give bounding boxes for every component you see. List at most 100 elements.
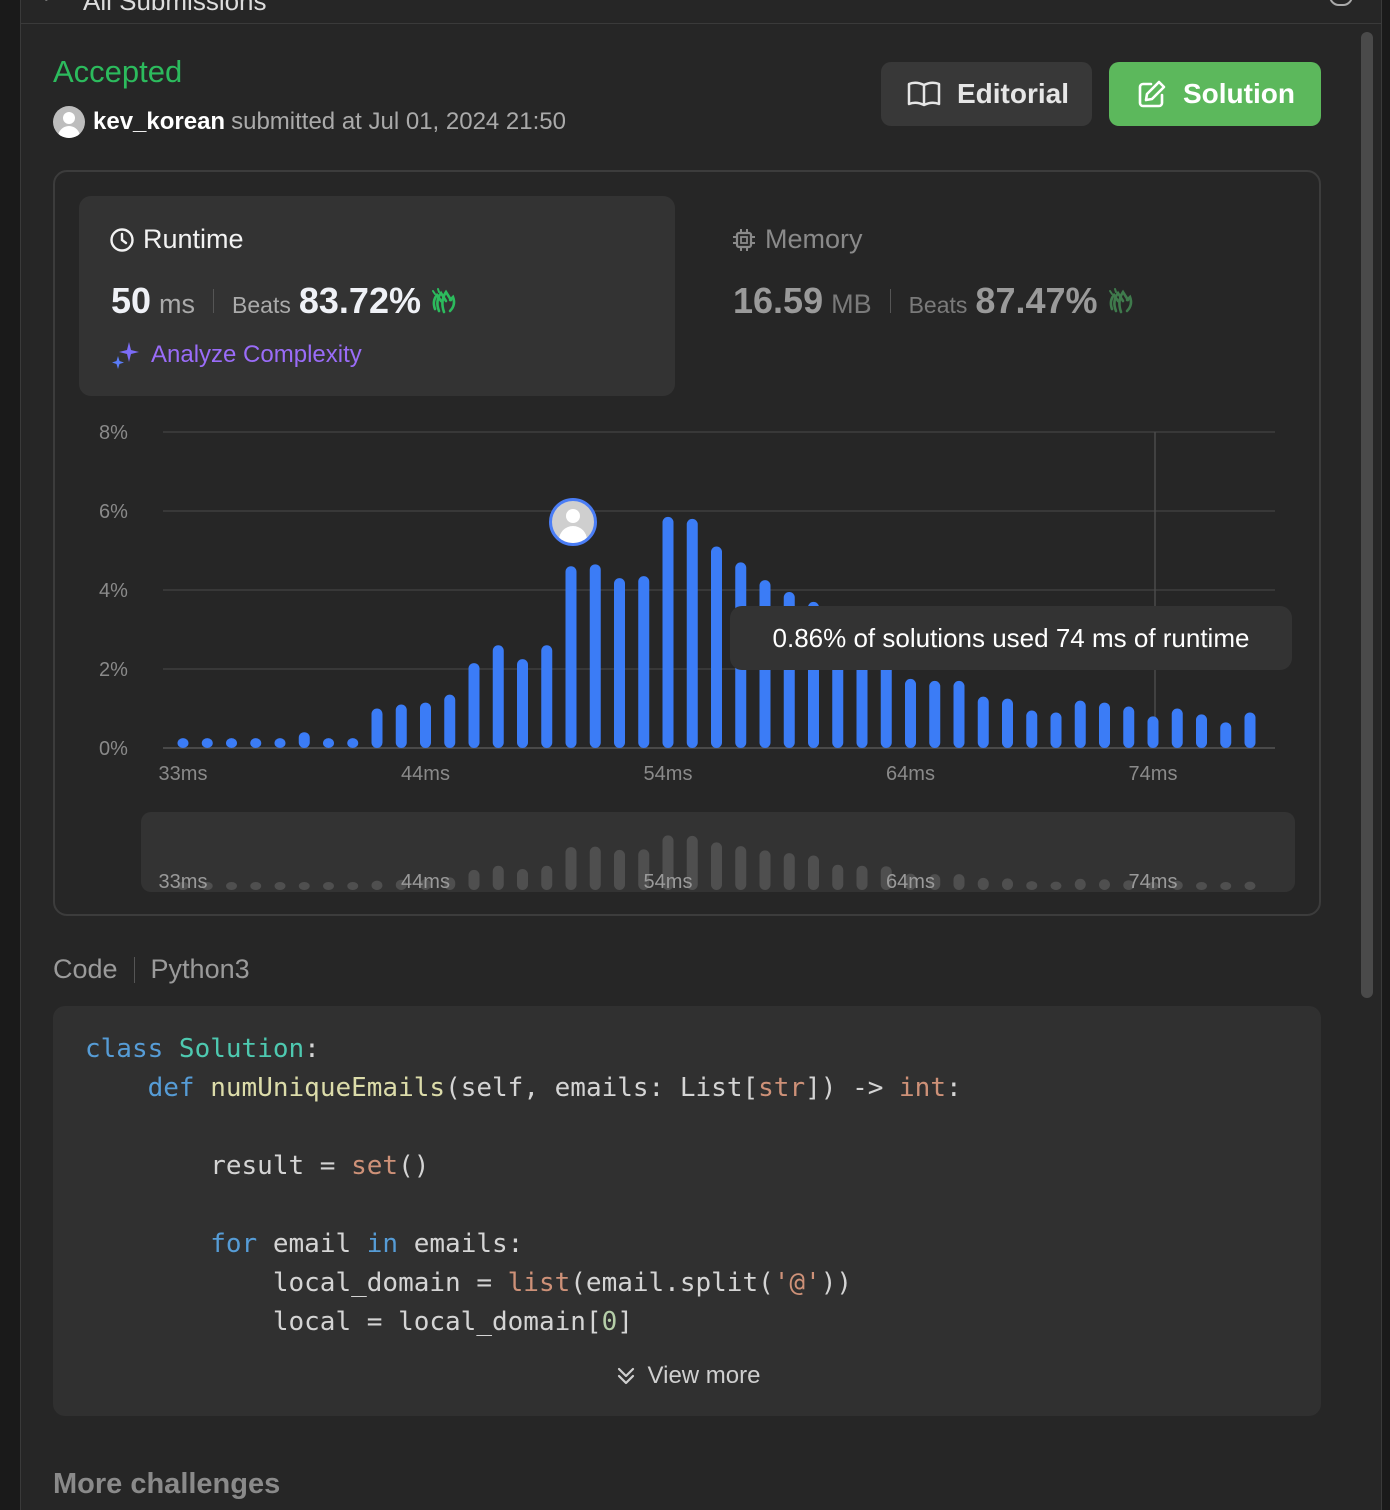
editorial-button[interactable]: Editorial xyxy=(881,62,1092,126)
chart-bar[interactable] xyxy=(468,663,480,748)
submission-meta: kev_korean submitted at Jul 01, 2024 21:5… xyxy=(93,108,566,136)
chart-bar[interactable] xyxy=(1026,710,1038,748)
brush-bar xyxy=(711,842,722,890)
memory-title-text: Memory xyxy=(765,224,863,254)
memory-unit: MB xyxy=(831,289,872,319)
chart-bar[interactable] xyxy=(905,678,916,748)
chart-bar[interactable] xyxy=(929,680,941,748)
analyze-complexity-button[interactable]: Analyze Complexity xyxy=(111,340,362,370)
memory-beats-label: Beats xyxy=(908,292,968,318)
chart-bar[interactable] xyxy=(711,546,722,748)
code-line: local = local_domain[0] xyxy=(85,1307,633,1337)
chart-bar[interactable] xyxy=(977,696,989,748)
chart-bar[interactable] xyxy=(371,708,383,749)
x-tick-label: 54ms xyxy=(644,763,693,785)
brush-bar xyxy=(323,882,334,890)
chevrons-down-icon xyxy=(617,1367,634,1385)
chart-bar[interactable] xyxy=(638,576,650,748)
chart-bar[interactable] xyxy=(323,738,334,748)
chart-bar[interactable] xyxy=(1171,708,1183,749)
brush-tick-label: 44ms xyxy=(401,871,450,892)
code-line: def numUniqueEmails(self, emails: List[s… xyxy=(147,1073,962,1103)
back-arrow-icon[interactable]: ‹ xyxy=(41,0,48,8)
chart-bar[interactable] xyxy=(565,566,577,748)
view-more-button[interactable]: View more xyxy=(53,1362,1321,1390)
chart-bar[interactable] xyxy=(517,659,528,748)
divider xyxy=(889,289,891,313)
edit-icon xyxy=(1138,80,1166,108)
runtime-tab[interactable]: Runtime 50 ms Beats 83.72% Analyze Compl… xyxy=(79,196,675,396)
chart-bar[interactable] xyxy=(298,732,310,748)
brush-bar xyxy=(250,882,262,890)
book-icon xyxy=(907,81,941,107)
brush-bar xyxy=(759,850,771,890)
chart-bar[interactable] xyxy=(686,518,698,748)
user-position-marker[interactable] xyxy=(549,498,597,546)
submitted-at-text: submitted at Jul 01, 2024 21:50 xyxy=(231,108,566,135)
chart-bar[interactable] xyxy=(1244,712,1256,748)
brush-tick-label: 64ms xyxy=(886,871,935,892)
brush-bar xyxy=(735,846,747,890)
chart-bar[interactable] xyxy=(1099,702,1110,748)
editorial-label: Editorial xyxy=(957,78,1070,109)
scrollbar-thumb[interactable] xyxy=(1361,32,1373,998)
brush-bar xyxy=(1196,882,1207,890)
brush-bar xyxy=(347,882,359,890)
chart-bar[interactable] xyxy=(614,578,625,748)
y-tick-label: 6% xyxy=(99,501,128,523)
all-submissions-link[interactable]: All Submissions xyxy=(83,0,267,17)
chart-range-brush[interactable]: 33ms 44ms 54ms 64ms 74ms xyxy=(141,812,1295,892)
brush-bar xyxy=(783,853,795,890)
more-challenges-heading: More challenges xyxy=(53,1468,281,1500)
chart-bar[interactable] xyxy=(662,516,674,748)
analyze-complexity-label: Analyze Complexity xyxy=(151,341,362,368)
clap-icon xyxy=(1108,288,1132,314)
y-tick-label: 0% xyxy=(99,738,128,760)
scrollbar[interactable] xyxy=(1359,32,1375,998)
brush-bar xyxy=(614,849,625,890)
chart-bar[interactable] xyxy=(1123,706,1135,748)
code-header: Code Python3 xyxy=(53,954,250,985)
chart-bar[interactable] xyxy=(1074,700,1086,748)
chart-bar[interactable] xyxy=(274,738,286,748)
username-link[interactable]: kev_korean xyxy=(93,108,225,135)
solution-button[interactable]: Solution xyxy=(1109,62,1321,126)
brush-bar xyxy=(953,874,965,890)
avatar[interactable] xyxy=(53,106,85,138)
chart-bar[interactable] xyxy=(395,704,407,748)
brush-bar xyxy=(492,865,504,890)
chart-bar[interactable] xyxy=(226,738,237,748)
brush-bar xyxy=(1074,878,1086,890)
chart-bar[interactable] xyxy=(1050,712,1062,748)
top-right-icon[interactable] xyxy=(1329,0,1353,6)
brush-bar xyxy=(468,869,480,890)
chart-bar[interactable] xyxy=(1220,722,1232,748)
code-content: class Solution: def numUniqueEmails(self… xyxy=(85,1030,962,1342)
chart-bar[interactable] xyxy=(250,738,262,748)
runtime-title: Runtime xyxy=(109,224,244,255)
runtime-distribution-chart[interactable]: 8% 6% 4% 2% 0% 33ms 44ms 54ms 64ms 74ms xyxy=(55,402,1319,802)
chart-bar[interactable] xyxy=(420,702,431,748)
code-line: for email in emails: xyxy=(210,1229,524,1259)
chart-bar[interactable] xyxy=(177,738,189,748)
memory-tab[interactable]: Memory xyxy=(731,224,863,255)
chart-bar[interactable] xyxy=(492,645,504,748)
chart-bar[interactable] xyxy=(953,680,965,748)
chart-bar[interactable] xyxy=(1002,698,1013,748)
brush-bar xyxy=(298,882,310,890)
chart-bar[interactable] xyxy=(444,694,456,748)
x-tick-label: 74ms xyxy=(1129,763,1178,785)
performance-card: Runtime 50 ms Beats 83.72% Analyze Compl… xyxy=(53,170,1321,916)
brush-bar xyxy=(832,864,844,890)
chart-bar[interactable] xyxy=(589,564,601,748)
chart-bar[interactable] xyxy=(541,645,553,748)
chart-bar[interactable] xyxy=(1196,714,1207,748)
chart-bar[interactable] xyxy=(1147,716,1159,748)
chart-bar[interactable] xyxy=(201,738,213,748)
code-label: Code xyxy=(53,954,118,984)
brush-tick-label: 33ms xyxy=(159,871,208,892)
brush-bar xyxy=(565,847,577,890)
code-block: class Solution: def numUniqueEmails(self… xyxy=(53,1006,1321,1416)
chart-bar[interactable] xyxy=(347,738,359,748)
